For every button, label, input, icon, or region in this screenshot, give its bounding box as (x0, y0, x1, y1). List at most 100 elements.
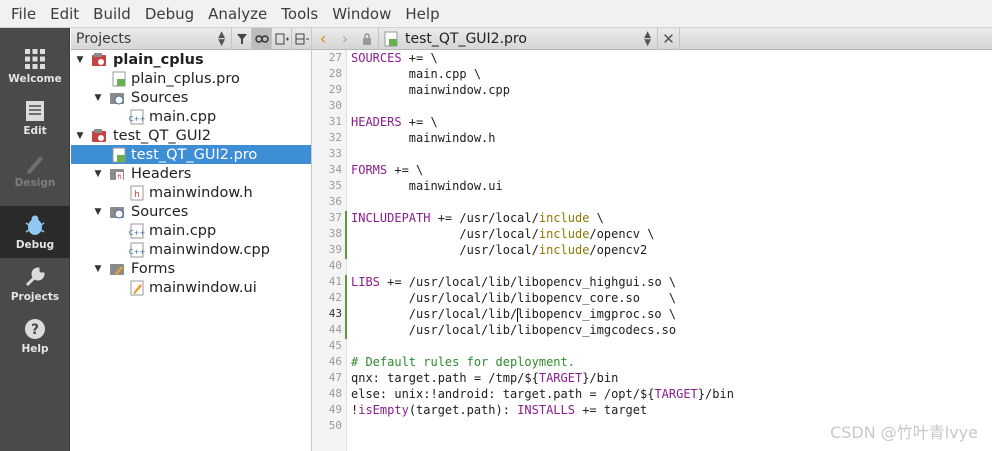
expand-arrow-icon[interactable]: ▼ (93, 207, 103, 217)
project-icon (92, 128, 106, 142)
expand-arrow-icon[interactable]: ▼ (93, 93, 103, 103)
tree-label: plain_cplus.pro (131, 70, 240, 87)
svg-text:h: h (117, 173, 121, 181)
projects-view-selector[interactable]: Projects (71, 31, 218, 47)
line-number: 39 (328, 243, 342, 256)
sources-folder-icon (110, 92, 124, 104)
line-number: 49 (328, 403, 342, 416)
tree-label: Headers (131, 165, 192, 182)
tree-file-main-cpp[interactable]: C++ main.cpp (71, 107, 311, 126)
project-icon (92, 52, 106, 66)
tree-label: main.cpp (149, 108, 217, 125)
expand-arrow-icon[interactable]: ▼ (75, 131, 85, 141)
split-horizontal-icon[interactable] (271, 27, 291, 50)
close-icon[interactable]: ✕ (658, 27, 680, 50)
editor-toolbar: ‹ › test_QT_GUI2.pro ▲ ▼ ✕ (312, 27, 992, 50)
mode-help[interactable]: ? Help (0, 310, 70, 362)
code-line: # Default rules for deployment. (351, 355, 575, 369)
tree-file-main-cpp[interactable]: C++ main.cpp (71, 221, 311, 240)
line-number: 31 (328, 115, 342, 128)
mode-label: Edit (23, 124, 47, 137)
menu-build[interactable]: Build (86, 0, 138, 28)
line-number-gutter: 27 28 29 30 31 32 33 34 35 36 37 38 39 40 41 42 43 44 45 46… (312, 50, 347, 451)
open-documents-combo[interactable]: test_QT_GUI2.pro ▲ ▼ (378, 27, 658, 50)
mode-debug[interactable]: Debug (0, 206, 70, 258)
line-number: 44 (328, 323, 342, 336)
split-vertical-icon[interactable] (291, 27, 311, 50)
code-line: SOURCES += \ (351, 51, 438, 65)
chevron-updown-icon[interactable]: ▲ ▼ (218, 30, 225, 47)
mode-label: Welcome (8, 72, 62, 85)
svg-text:?: ? (31, 322, 39, 338)
menu-file[interactable]: File (4, 0, 43, 28)
mode-edit[interactable]: Edit (0, 92, 70, 144)
line-number: 27 (328, 51, 342, 64)
tree-folder-forms[interactable]: ▼ Forms (71, 259, 311, 278)
mode-welcome[interactable]: Welcome (0, 40, 70, 92)
tree-label: test_QT_GUI2 (113, 127, 211, 144)
tree-file-pro-selected[interactable]: test_QT_GUI2.pro (71, 145, 311, 164)
tree-label: Sources (131, 203, 189, 220)
line-number: 30 (328, 99, 342, 112)
menu-analyze[interactable]: Analyze (201, 0, 274, 28)
code-editor[interactable]: SOURCES += \ main.cpp \ mainwindow.cpp HE… (347, 50, 992, 451)
tree-folder-headers[interactable]: ▼ h Headers (71, 164, 311, 183)
tree-project-test-qt-gui2[interactable]: ▼ test_QT_GUI2 (71, 126, 311, 145)
line-number: 42 (328, 291, 342, 304)
tree-label: test_QT_GUI2.pro (131, 146, 258, 163)
mode-projects[interactable]: Projects (0, 258, 70, 310)
mode-design[interactable]: Design (0, 144, 70, 196)
menu-help[interactable]: Help (398, 0, 446, 28)
forms-folder-icon (110, 263, 124, 275)
menu-tools[interactable]: Tools (274, 0, 325, 28)
menu-window[interactable]: Window (325, 0, 398, 28)
code-line: /usr/local/include/opencv2 (351, 243, 648, 257)
line-number: 33 (328, 147, 342, 160)
code-line: else: unix:!android: target.path = /opt/… (351, 387, 734, 401)
tree-file-pro[interactable]: plain_cplus.pro (71, 69, 311, 88)
tree-file-mainwindow-h[interactable]: h mainwindow.h (71, 183, 311, 202)
tree-folder-sources[interactable]: ▼ Sources (71, 202, 311, 221)
tree-label: Forms (131, 260, 176, 277)
line-number: 32 (328, 131, 342, 144)
link-icon[interactable] (251, 27, 271, 50)
mode-label: Help (21, 342, 49, 355)
projects-panel: Projects ▲ ▼ ▼ plain_cplus plain_cplus.pr… (71, 27, 312, 451)
code-line: INCLUDEPATH += /usr/local/include \ (351, 211, 604, 225)
back-arrow-icon[interactable]: ‹ (312, 28, 334, 50)
grid-icon (25, 48, 45, 69)
filter-icon[interactable] (231, 27, 251, 50)
cpp-file-icon: C++ (129, 109, 145, 124)
code-line: mainwindow.h (351, 131, 496, 145)
bug-icon (25, 215, 45, 235)
tree-label: Sources (131, 89, 189, 106)
code-line: LIBS += /usr/local/lib/libopencv_highgui… (351, 275, 677, 289)
watermark: CSDN @竹叶青lvye (830, 423, 978, 442)
tree-label: mainwindow.h (149, 184, 253, 201)
menu-debug[interactable]: Debug (138, 0, 201, 28)
cpp-file-icon: C++ (129, 242, 145, 257)
line-number: 48 (328, 387, 342, 400)
menu-edit[interactable]: Edit (43, 0, 86, 28)
tree-file-mainwindow-ui[interactable]: mainwindow.ui (71, 278, 311, 297)
mode-selector: Welcome Edit Design Debug Projects ? Hel… (0, 28, 70, 451)
document-icon (26, 100, 44, 121)
mode-label: Debug (15, 238, 55, 251)
svg-text:h: h (134, 190, 140, 200)
wrench-icon (25, 266, 45, 286)
tree-project-plain-cplus[interactable]: ▼ plain_cplus (71, 50, 311, 69)
tree-label: plain_cplus (113, 51, 204, 68)
line-number: 29 (328, 83, 342, 96)
chevron-updown-icon: ▲ ▼ (644, 29, 651, 48)
tree-file-mainwindow-cpp[interactable]: C++ mainwindow.cpp (71, 240, 311, 259)
tree-label: mainwindow.ui (149, 279, 257, 296)
code-line: mainwindow.ui (351, 179, 503, 193)
expand-arrow-icon[interactable]: ▼ (93, 264, 103, 274)
expand-arrow-icon[interactable]: ▼ (93, 169, 103, 179)
code-line: FORMS += \ (351, 163, 424, 177)
text-caret (517, 308, 519, 322)
expand-arrow-icon[interactable]: ▼ (75, 55, 85, 65)
tree-folder-sources[interactable]: ▼ Sources (71, 88, 311, 107)
forward-arrow-icon[interactable]: › (334, 28, 356, 50)
sources-folder-icon (110, 206, 124, 218)
